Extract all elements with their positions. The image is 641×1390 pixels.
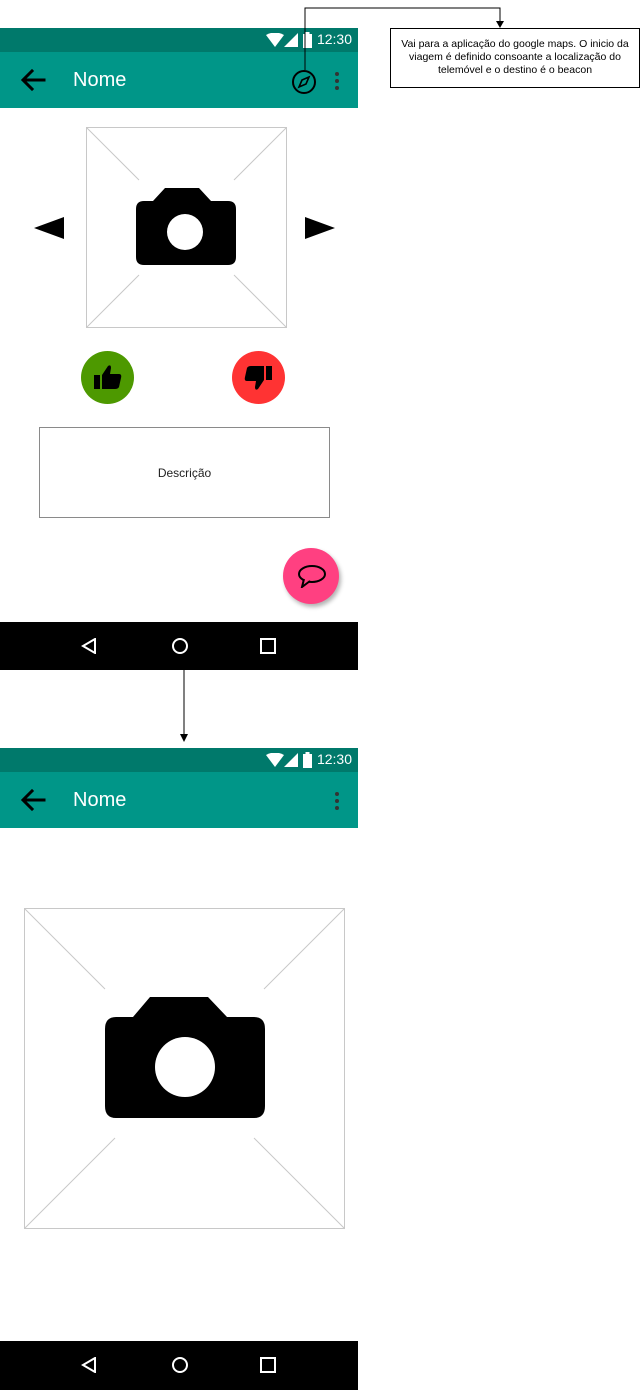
photo-fullscreen-placeholder[interactable]	[24, 908, 345, 1229]
annotation-note: Vai para a aplicação do google maps. O i…	[390, 28, 640, 88]
page-title: Nome	[73, 789, 127, 811]
connector-arrows	[180, 7, 504, 742]
navigation-bar	[0, 1341, 358, 1390]
camera-icon	[105, 997, 265, 1118]
app-bar: Nome	[0, 772, 358, 828]
screen-2: 12:30 Nome	[0, 748, 358, 1390]
battery-icon	[303, 752, 312, 768]
back-arrow-icon[interactable]	[20, 789, 46, 811]
nav-home-icon[interactable]	[171, 1356, 189, 1374]
signal-icon	[284, 753, 298, 767]
more-vertical-icon[interactable]	[333, 791, 341, 811]
wifi-icon	[266, 753, 284, 767]
nav-back-icon[interactable]	[81, 1357, 97, 1373]
nav-recents-icon[interactable]	[260, 1357, 276, 1373]
status-bar: 12:30	[0, 748, 358, 772]
annotation-text: Vai para a aplicação do google maps. O i…	[401, 38, 629, 76]
status-time: 12:30	[316, 751, 352, 767]
